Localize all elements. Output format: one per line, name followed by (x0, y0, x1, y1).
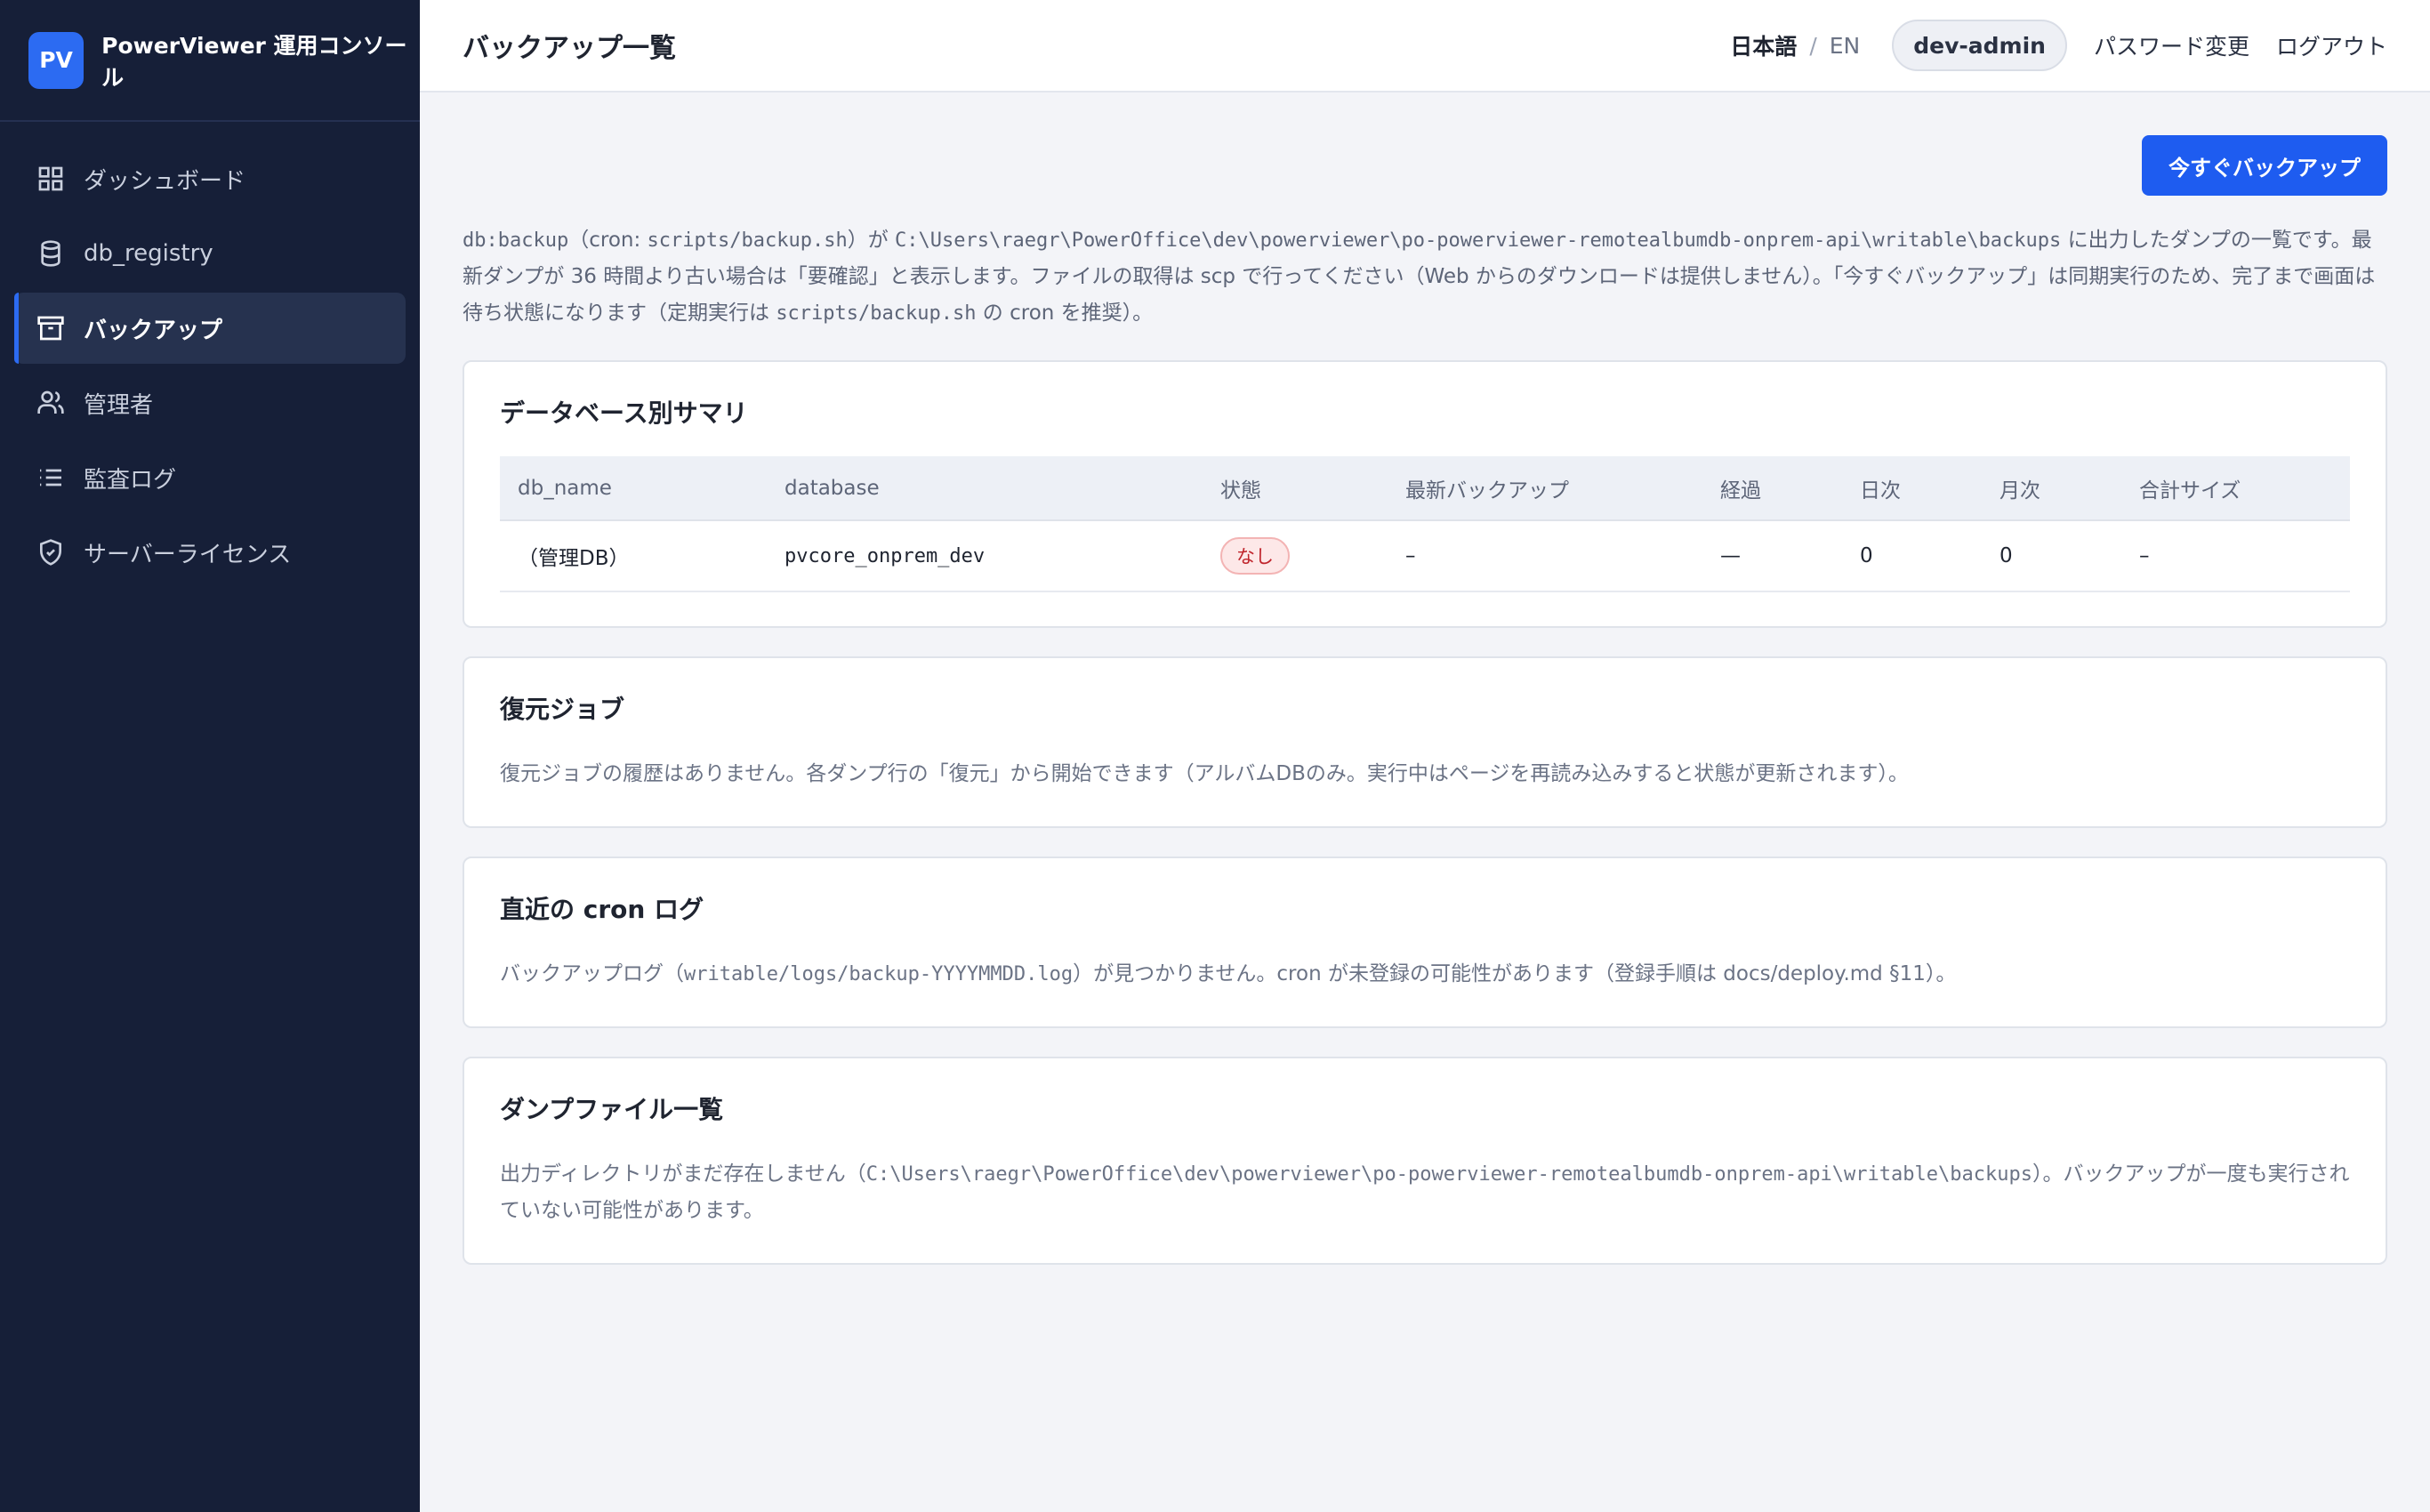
topbar: バックアップ一覧 日本語 / EN dev-admin パスワード変更 ログアウ… (420, 0, 2430, 92)
list-icon (36, 462, 66, 493)
cell-monthly: 0 (1982, 520, 2121, 592)
cell-daily: 0 (1842, 520, 1982, 592)
brand-title: PowerViewer 運用コンソール (101, 32, 407, 91)
dumps-text: 出力ディレクトリがまだ存在しません（C:\Users\raegr\PowerOf… (500, 1156, 2350, 1229)
desc-script: scripts/backup.sh (776, 302, 977, 325)
table-header-row: db_name database 状態 最新バックアップ 経過 日次 月次 合計… (500, 456, 2350, 521)
summary-card: データベース別サマリ db_name database 状態 最新バックアップ … (463, 360, 2387, 628)
backup-now-button[interactable]: 今すぐバックアップ (2142, 135, 2387, 196)
restore-card: 復元ジョブ 復元ジョブの履歴はありません。各ダンプ行の「復元」から開始できます（… (463, 656, 2387, 828)
sidebar-item-audit-log[interactable]: 監査ログ (14, 442, 406, 513)
cron-text: バックアップログ（writable/logs/backup-YYYYMMDD.l… (500, 956, 2350, 993)
sidebar: PV PowerViewer 運用コンソール ダッシュボード db_regist… (0, 0, 420, 1512)
sidebar-nav: ダッシュボード db_registry バックアップ 管理者 監査ログ サーバー… (0, 122, 420, 588)
cron-card: 直近の cron ログ バックアップログ（writable/logs/backu… (463, 857, 2387, 1028)
desc-command: db:backup (463, 229, 569, 252)
col-monthly: 月次 (1982, 456, 2121, 521)
restore-title: 復元ジョブ (500, 695, 625, 724)
status-badge: なし (1220, 537, 1290, 575)
sidebar-item-label: 管理者 (84, 391, 154, 419)
desc-text: （cron: (568, 229, 648, 252)
cell-db-name: （管理DB） (500, 520, 767, 592)
cell-total-size: – (2121, 520, 2350, 592)
content: 今すぐバックアップ db:backup（cron: scripts/backup… (420, 92, 2430, 1265)
dumps-path: C:\Users\raegr\PowerOffice\dev\powerview… (865, 1163, 2032, 1186)
col-latest-backup: 最新バックアップ (1388, 456, 1702, 521)
lang-separator: / (1809, 32, 1817, 59)
sidebar-item-db-registry[interactable]: db_registry (14, 218, 406, 289)
col-total-size: 合計サイズ (2121, 456, 2350, 521)
sidebar-item-admins[interactable]: 管理者 (14, 367, 406, 438)
col-db-name: db_name (500, 456, 767, 521)
summary-title: データベース別サマリ (500, 398, 748, 428)
col-daily: 日次 (1842, 456, 1982, 521)
lang-ja-link[interactable]: 日本語 (1730, 29, 1797, 61)
cron-title: 直近の cron ログ (500, 895, 704, 924)
main: バックアップ一覧 日本語 / EN dev-admin パスワード変更 ログアウ… (420, 0, 2430, 1512)
col-status: 状態 (1203, 456, 1388, 521)
dumps-text-part: 出力ディレクトリがまだ存在しません（ (500, 1162, 866, 1186)
page-description: db:backup（cron: scripts/backup.sh）が C:\U… (463, 222, 2387, 332)
database-icon (36, 238, 66, 269)
cell-elapsed: — (1702, 520, 1842, 592)
sidebar-item-label: 監査ログ (84, 466, 177, 494)
sidebar-item-dashboard[interactable]: ダッシュボード (14, 143, 406, 214)
table-row: （管理DB） pvcore_onprem_dev なし – — 0 0 – (500, 520, 2350, 592)
desc-text: の cron を推奨）。 (976, 302, 1154, 325)
cell-latest-backup: – (1388, 520, 1702, 592)
col-elapsed: 経過 (1702, 456, 1842, 521)
desc-script: scripts/backup.sh (647, 229, 848, 252)
dumps-title: ダンプファイル一覧 (500, 1095, 724, 1124)
cell-status: なし (1203, 520, 1388, 592)
change-password-link[interactable]: パスワード変更 (2094, 29, 2249, 61)
cron-log-path: writable/logs/backup-YYYYMMDD.log (684, 963, 1074, 985)
sidebar-item-label: バックアップ (84, 317, 223, 344)
sidebar-item-label: サーバーライセンス (84, 541, 292, 568)
grid-icon (36, 164, 66, 194)
lang-en-link[interactable]: EN (1830, 33, 1861, 59)
restore-text: 復元ジョブの履歴はありません。各ダンプ行の「復元」から開始できます（アルバムDB… (500, 762, 1909, 785)
sidebar-item-label: ダッシュボード (84, 167, 246, 195)
sidebar-item-server-license[interactable]: サーバーライセンス (14, 517, 406, 588)
sidebar-item-label: db_registry (84, 240, 213, 267)
desc-text: ）が (847, 229, 896, 252)
cell-database: pvcore_onprem_dev (767, 520, 1203, 592)
archive-icon (36, 313, 66, 343)
brand[interactable]: PV PowerViewer 運用コンソール (0, 0, 420, 122)
user-badge: dev-admin (1892, 20, 2067, 71)
dumps-card: ダンプファイル一覧 出力ディレクトリがまだ存在しません（C:\Users\rae… (463, 1057, 2387, 1265)
logout-link[interactable]: ログアウト (2276, 29, 2387, 61)
shield-check-icon (36, 537, 66, 567)
desc-path: C:\Users\raegr\PowerOffice\dev\powerview… (895, 229, 2062, 252)
cron-text-part: バックアップログ（ (500, 962, 684, 985)
actions-row: 今すぐバックアップ (463, 135, 2387, 196)
page-title: バックアップ一覧 (463, 33, 676, 64)
brand-logo: PV (28, 31, 84, 89)
summary-table: db_name database 状態 最新バックアップ 経過 日次 月次 合計… (500, 456, 2350, 592)
cron-text-part: ）が見つかりません。cron が未登録の可能性があります（登録手順は docs/… (1073, 962, 1957, 985)
topbar-right: 日本語 / EN dev-admin パスワード変更 ログアウト (1730, 20, 2387, 71)
users-icon (36, 388, 66, 418)
col-database: database (767, 456, 1203, 521)
sidebar-item-backup[interactable]: バックアップ (14, 293, 406, 364)
